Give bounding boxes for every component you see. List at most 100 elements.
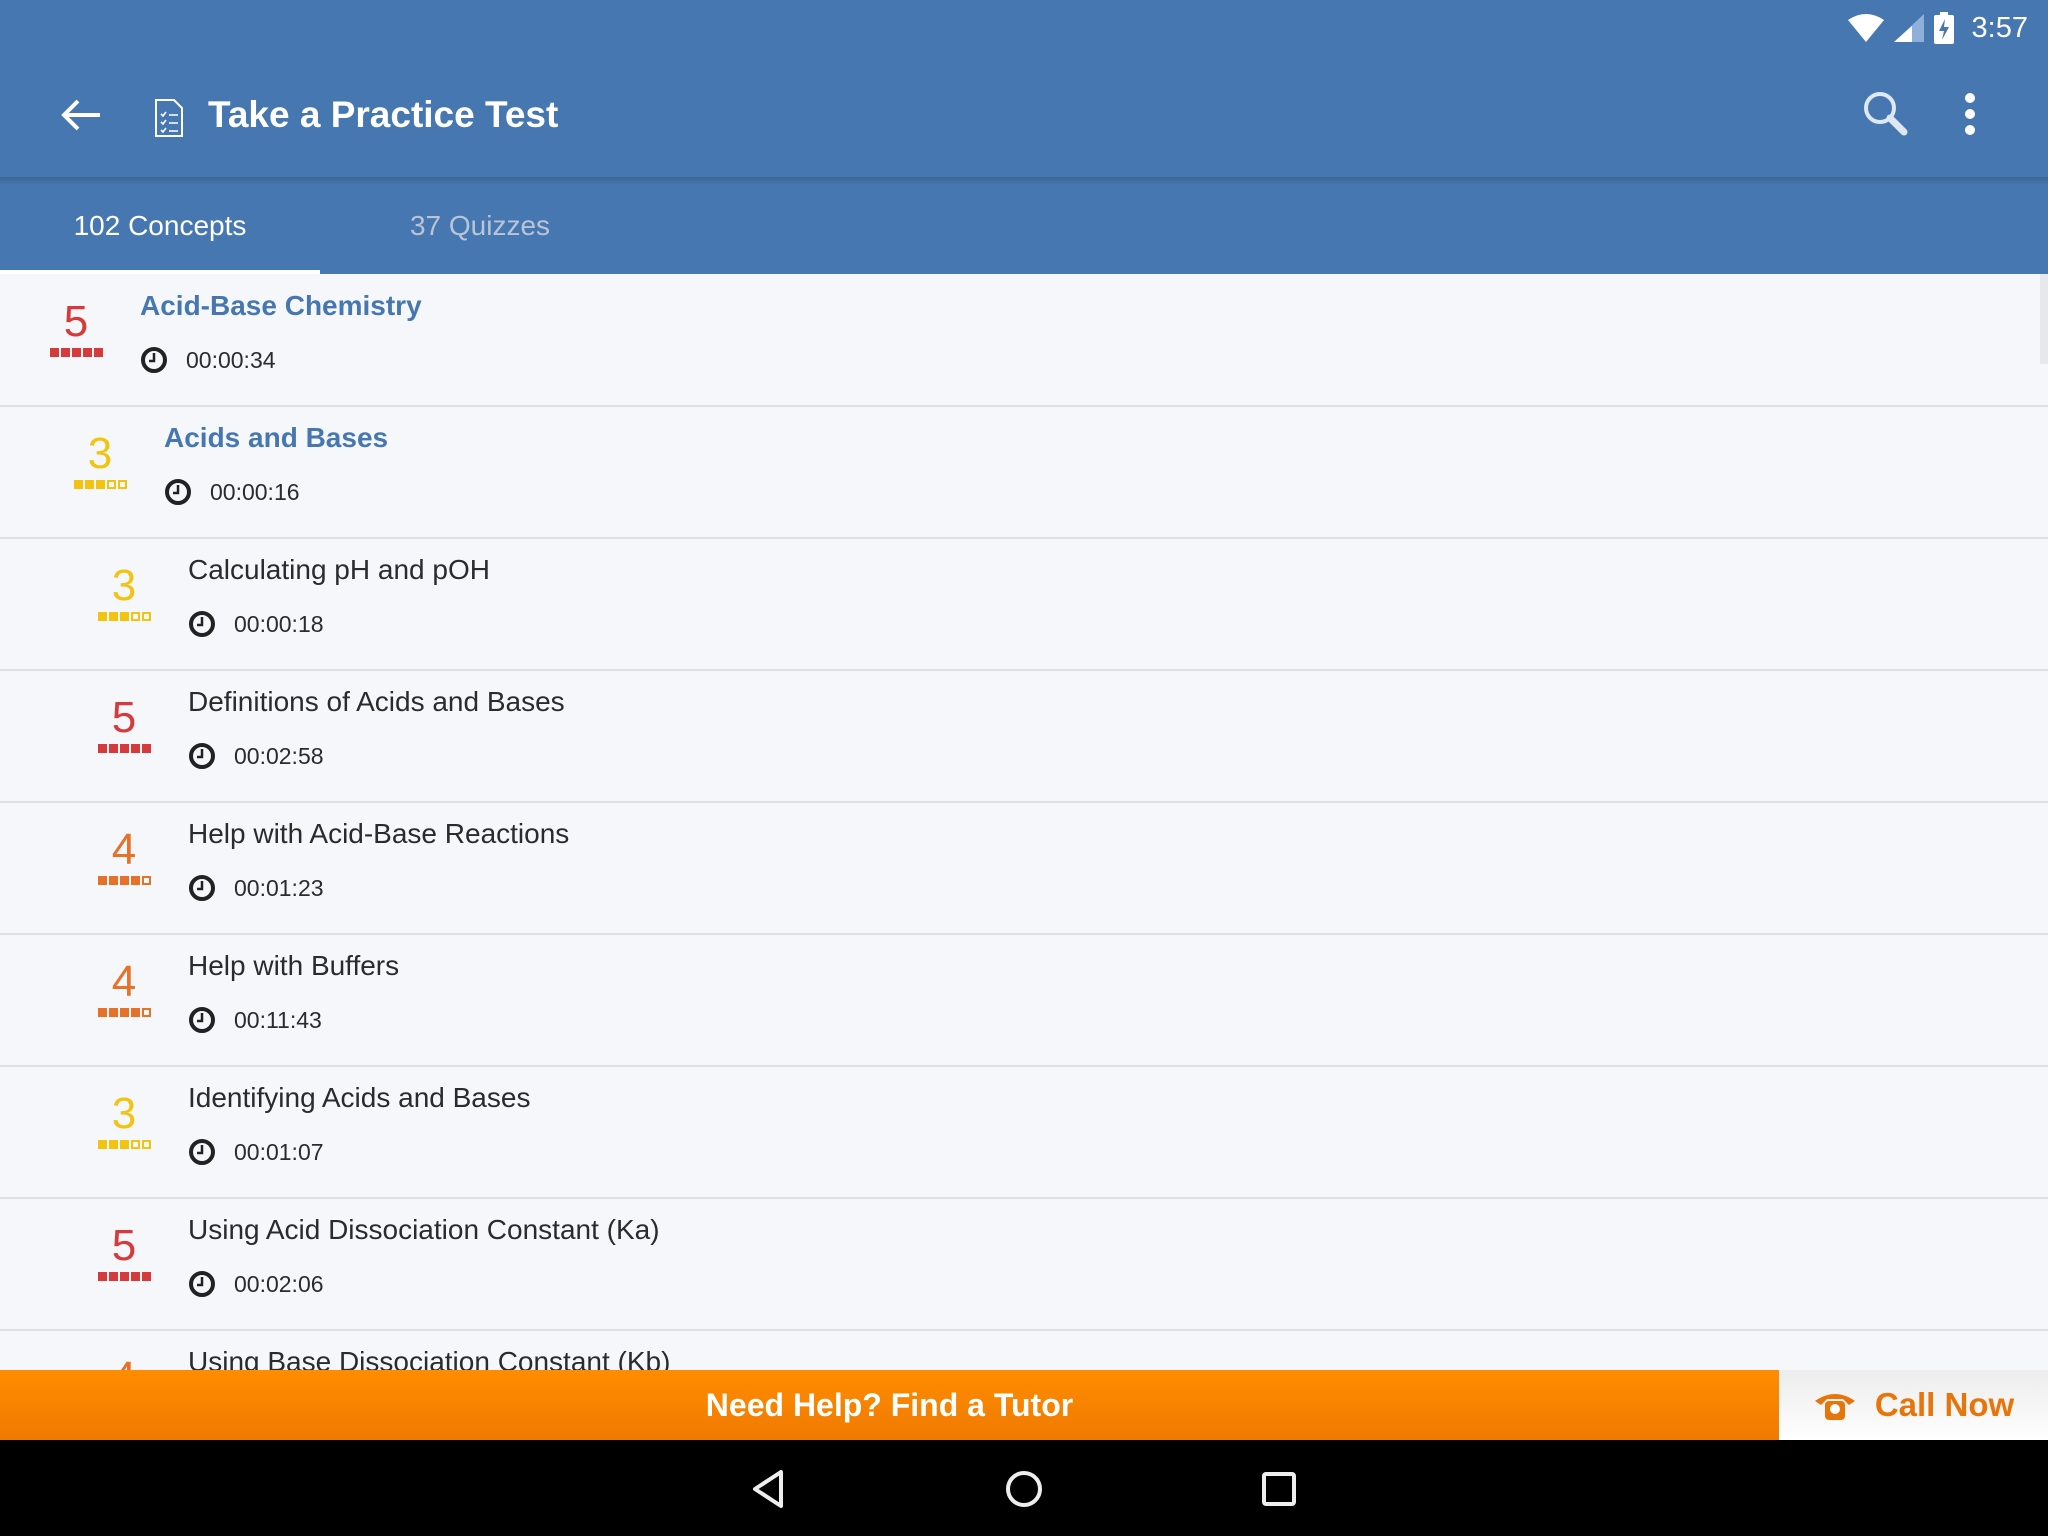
tab-quizzes[interactable]: 37 Quizzes — [320, 177, 640, 274]
list-item[interactable]: 4 Help with Acid-Base Reactions 00:01:23 — [0, 802, 2048, 935]
item-duration: 00:00:34 — [140, 346, 276, 374]
call-now-label: Call Now — [1874, 1386, 2015, 1423]
item-title: Calculating pH and pOH — [188, 554, 490, 585]
search-icon[interactable] — [1860, 88, 1910, 138]
rating-square-filled — [108, 744, 118, 753]
rating-bars — [44, 348, 108, 357]
duration-text: 00:00:18 — [234, 610, 324, 637]
list-item[interactable]: 5 Definitions of Acids and Bases 00:02:58 — [0, 670, 2048, 803]
home-icon[interactable] — [999, 1464, 1049, 1514]
rating-square-filled — [108, 1008, 118, 1017]
duration-text: 00:00:34 — [186, 346, 276, 373]
rating-bars — [92, 876, 156, 885]
rating-badge: 4 — [92, 958, 156, 1017]
rating-value: 4 — [111, 957, 137, 1006]
clock-icon — [189, 1139, 215, 1165]
find-tutor-label: Need Help? Find a Tutor — [705, 1386, 1074, 1423]
concept-list: 5 Acid-Base Chemistry 00:00:34 3 Acids and B… — [0, 274, 2048, 1370]
more-vertical-icon[interactable] — [1960, 90, 1980, 140]
item-title: Using Acid Dissociation Constant (Ka) — [188, 1214, 660, 1245]
rating-square-empty — [141, 876, 151, 885]
rating-value: 5 — [111, 1221, 137, 1270]
rating-square-filled — [130, 876, 140, 885]
rating-value: 3 — [87, 429, 113, 478]
rating-square-filled — [49, 348, 59, 357]
rating-square-filled — [108, 876, 118, 885]
item-title: Acid-Base Chemistry — [140, 290, 422, 321]
status-bar: 3:57 — [1847, 8, 2028, 48]
item-title: Acids and Bases — [164, 422, 389, 453]
page-title: Take a Practice Test — [208, 94, 559, 135]
tab-concepts[interactable]: 102 Concepts — [0, 177, 320, 274]
duration-text: 00:00:16 — [210, 478, 300, 505]
rating-square-filled — [119, 612, 129, 621]
rating-value: 3 — [111, 1089, 137, 1138]
rating-badge: 5 — [44, 298, 108, 357]
rating-square-filled — [97, 876, 107, 885]
list-item[interactable]: 3 Identifying Acids and Bases 00:01:07 — [0, 1066, 2048, 1199]
duration-text: 00:02:58 — [234, 742, 324, 769]
scrollbar[interactable] — [2040, 274, 2048, 364]
rating-square-filled — [119, 876, 129, 885]
rating-bars — [92, 744, 156, 753]
arrow-left-icon[interactable] — [54, 90, 110, 140]
rating-bars — [92, 1008, 156, 1017]
list-item[interactable]: 5 Acid-Base Chemistry 00:00:34 — [0, 274, 2048, 407]
rating-badge: 3 — [68, 430, 132, 489]
recents-icon[interactable] — [1254, 1464, 1304, 1514]
rating-value: 5 — [111, 693, 137, 742]
checklist-document-icon — [155, 99, 183, 137]
item-title: Help with Acid-Base Reactions — [188, 818, 570, 849]
item-title: Definitions of Acids and Bases — [188, 686, 565, 717]
rating-square-filled — [119, 744, 129, 753]
clock-icon — [165, 479, 191, 505]
rating-square-filled — [97, 744, 107, 753]
toolbar: Take a Practice Test — [0, 60, 2048, 170]
list-item[interactable]: 4 Help with Buffers 00:11:43 — [0, 934, 2048, 1067]
clock-icon — [189, 1271, 215, 1297]
list-item[interactable]: 4 Using Base Dissociation Constant (Kb) — [0, 1330, 2048, 1370]
rating-bars — [92, 612, 156, 621]
rating-square-filled — [108, 1140, 118, 1149]
app-bar: 3:57 Take a Practice Test — [0, 0, 2048, 177]
clock-icon — [189, 743, 215, 769]
rating-bars — [68, 480, 132, 489]
rating-square-filled — [84, 480, 94, 489]
rating-square-filled — [141, 744, 151, 753]
battery-charging-icon — [1933, 12, 1954, 44]
rating-value: 5 — [63, 297, 89, 346]
item-duration: 00:02:58 — [188, 742, 324, 770]
find-tutor-button[interactable]: Need Help? Find a Tutor — [0, 1370, 1779, 1440]
rating-badge: 4 — [92, 826, 156, 885]
back-icon[interactable] — [745, 1464, 795, 1514]
rating-square-filled — [95, 480, 105, 489]
rating-badge: 5 — [92, 694, 156, 753]
item-duration: 00:01:07 — [188, 1138, 324, 1166]
rating-square-empty — [130, 612, 140, 621]
list-item[interactable]: 3 Calculating pH and pOH 00:00:18 — [0, 538, 2048, 671]
duration-text: 00:01:07 — [234, 1138, 324, 1165]
rating-square-filled — [130, 1272, 140, 1281]
list-item[interactable]: 3 Acids and Bases 00:00:16 — [0, 406, 2048, 539]
rating-square-filled — [71, 348, 81, 357]
rating-square-filled — [119, 1008, 129, 1017]
rating-badge: 3 — [92, 562, 156, 621]
rating-square-filled — [119, 1272, 129, 1281]
rating-value: 3 — [111, 561, 137, 610]
rating-value: 4 — [111, 825, 137, 874]
rating-square-empty — [141, 612, 151, 621]
status-time: 3:57 — [1971, 11, 2028, 44]
item-duration: 00:11:43 — [188, 1006, 322, 1034]
duration-text: 00:02:06 — [234, 1270, 324, 1297]
item-title: Help with Buffers — [188, 950, 400, 981]
rating-badge: 3 — [92, 1090, 156, 1149]
rating-square-filled — [108, 1272, 118, 1281]
item-title: Using Base Dissociation Constant (Kb) — [188, 1346, 671, 1370]
item-duration: 00:01:23 — [188, 874, 324, 902]
list-item[interactable]: 5 Using Acid Dissociation Constant (Ka) 00… — [0, 1198, 2048, 1331]
rating-square-filled — [141, 1272, 151, 1281]
rating-square-empty — [130, 1140, 140, 1149]
call-now-button[interactable]: Call Now — [1779, 1370, 2048, 1440]
clock-icon — [189, 611, 215, 637]
rating-square-empty — [117, 480, 127, 489]
